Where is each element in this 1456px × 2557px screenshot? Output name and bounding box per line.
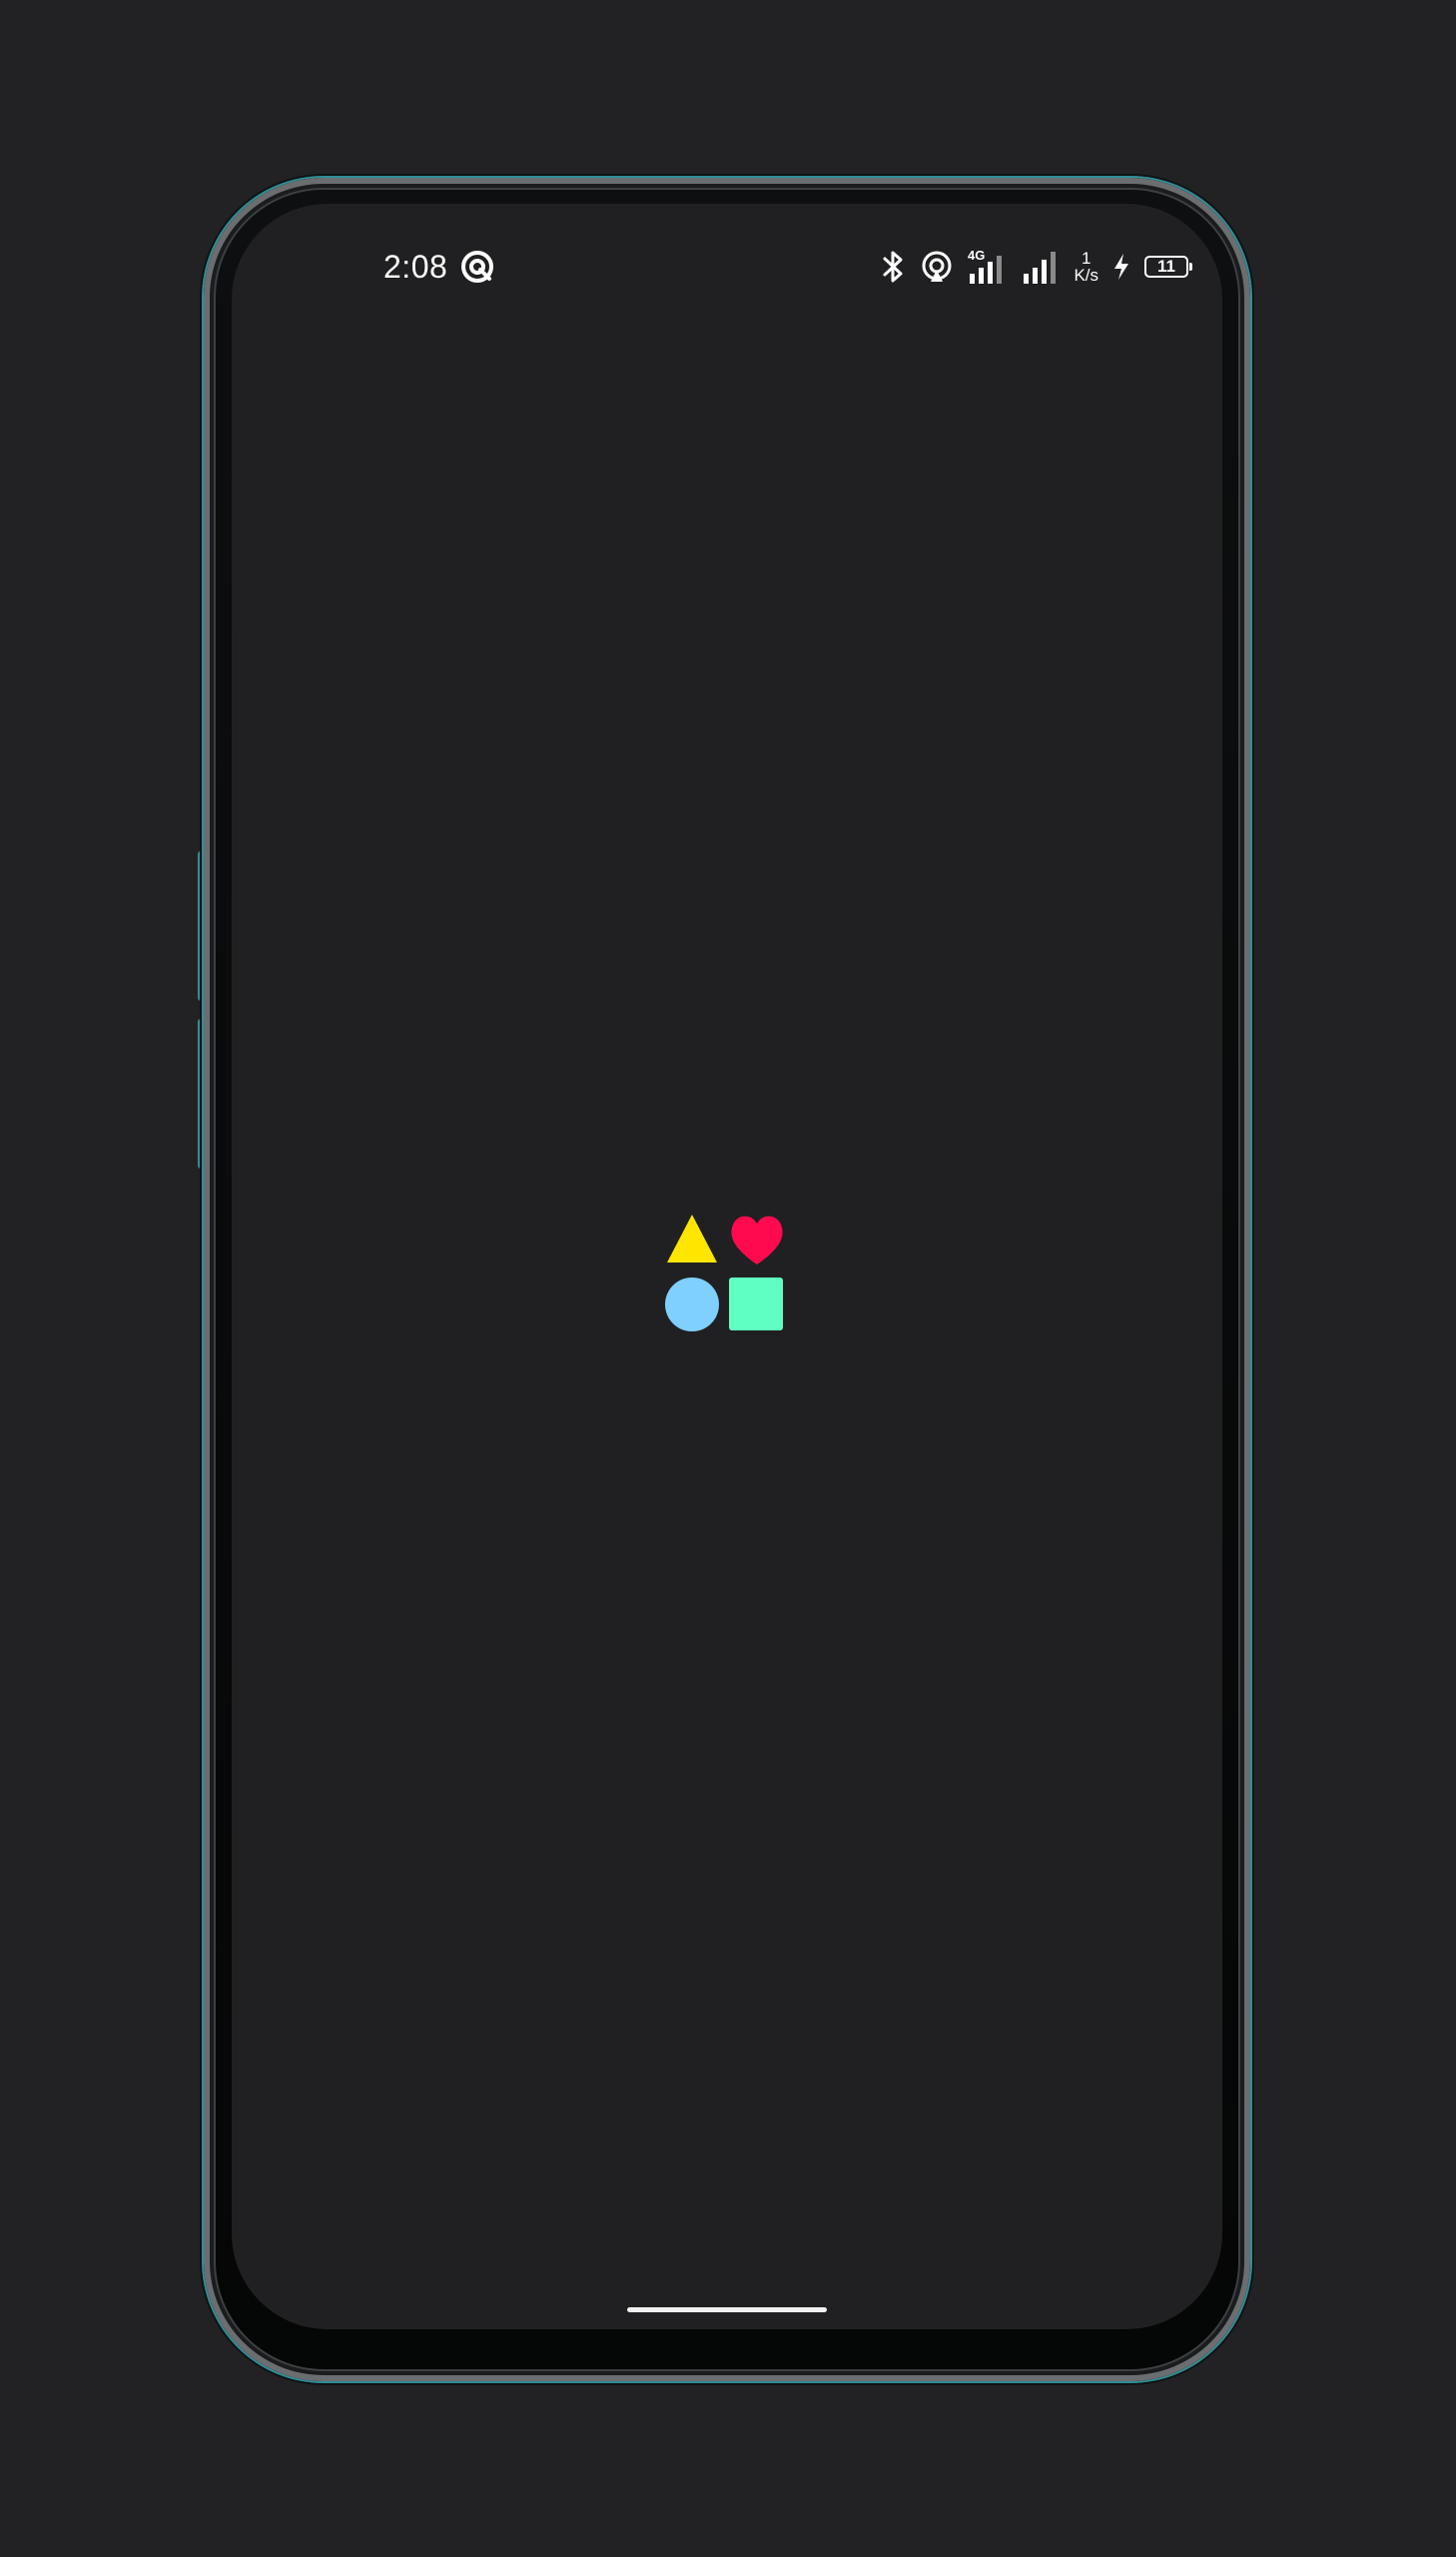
- home-indicator[interactable]: [627, 2307, 827, 2312]
- charging-icon: [1112, 253, 1130, 281]
- logo-square-shape: [729, 1278, 783, 1330]
- signal-4g-icon: 4G: [968, 248, 1008, 286]
- battery-icon: 11: [1144, 256, 1192, 278]
- status-time: 2:08: [383, 248, 448, 285]
- status-bar-left: 2:08: [383, 240, 495, 294]
- page-background: 2:08 4G 1 K/s 11: [0, 0, 1456, 2557]
- logo-heart-shape: [731, 1216, 783, 1265]
- battery-level: 11: [1157, 257, 1175, 276]
- network-speed-unit: K/s: [1074, 266, 1098, 285]
- signal-icon: [1022, 250, 1060, 284]
- logo-circle-shape: [665, 1278, 719, 1331]
- network-speed-value: 1: [1081, 249, 1092, 268]
- bluetooth-icon: [880, 250, 906, 284]
- phone-screen: 2:08 4G 1 K/s 11: [232, 204, 1222, 2329]
- hotspot-icon: [920, 250, 954, 284]
- logo-triangle-shape: [667, 1215, 717, 1263]
- status-bar-right: 4G 1 K/s 11: [880, 240, 1192, 294]
- network-type-label: 4G: [968, 248, 985, 263]
- status-bar: 2:08 4G 1 K/s 11: [232, 240, 1222, 294]
- app-logo: [663, 1209, 791, 1336]
- app-notification-icon: [459, 249, 495, 285]
- network-speed: 1 K/s: [1074, 250, 1098, 284]
